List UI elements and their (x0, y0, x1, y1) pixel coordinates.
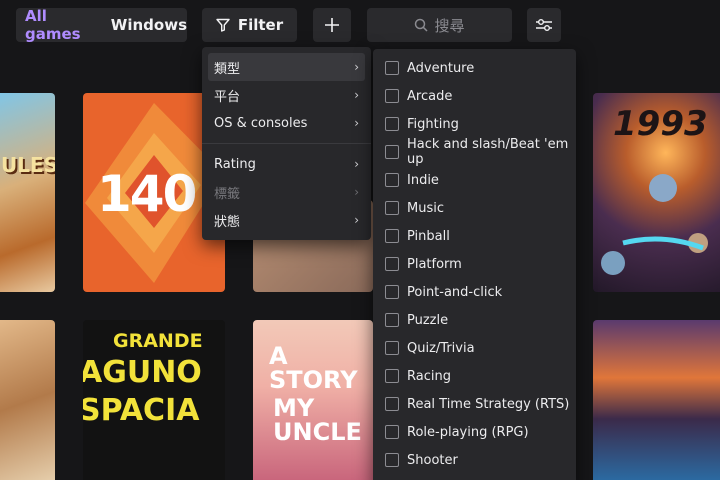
genre-option[interactable]: Real Time Strategy (RTS) (373, 390, 576, 418)
filter-menu-item-status[interactable]: 狀態 › (202, 206, 371, 234)
genre-option[interactable]: Hack and slash/Beat 'em up (373, 137, 576, 167)
genre-label: Quiz/Trivia (407, 340, 475, 356)
filter-icon (216, 18, 230, 32)
game-title-art: MY UNCLE (273, 394, 362, 446)
genre-label: Hack and slash/Beat 'em up (407, 137, 569, 167)
genre-option[interactable]: Role-playing (RPG) (373, 418, 576, 446)
game-title-art: 140 (97, 165, 197, 223)
menu-item-label: Rating (214, 156, 256, 172)
genre-label: Puzzle (407, 312, 449, 328)
checkbox[interactable] (385, 173, 399, 187)
sliders-icon (536, 19, 552, 31)
game-title-art: AGUNO (83, 355, 202, 390)
game-tile[interactable]: 1993 (593, 93, 720, 292)
filter-menu-item-platform[interactable]: 平台 › (202, 81, 371, 109)
game-title-art: A STORY (269, 342, 358, 394)
genre-label: Role-playing (RPG) (407, 424, 529, 440)
game-cover-art (601, 174, 708, 275)
genre-option[interactable]: Point-and-click (373, 278, 576, 306)
checkbox[interactable] (385, 369, 399, 383)
chevron-right-icon: › (354, 157, 359, 171)
genre-label: Racing (407, 368, 451, 384)
search-icon (415, 18, 429, 32)
view-settings-button[interactable] (527, 8, 561, 42)
menu-item-label: OS & consoles (214, 115, 308, 131)
filter-button[interactable]: Filter (202, 8, 297, 42)
chevron-right-icon: › (354, 88, 359, 102)
checkbox[interactable] (385, 453, 399, 467)
checkbox[interactable] (385, 341, 399, 355)
genre-label: Music (407, 200, 444, 216)
genre-label: Platform (407, 256, 462, 272)
checkbox[interactable] (385, 229, 399, 243)
genre-option[interactable]: Quiz/Trivia (373, 334, 576, 362)
search-input[interactable]: 搜尋 (367, 8, 512, 42)
genre-option[interactable]: Shooter (373, 446, 576, 474)
game-title-art: GRANDE (113, 330, 203, 352)
genre-label: Indie (407, 172, 439, 188)
all-games-tab[interactable]: All games (25, 7, 97, 43)
menu-item-label: 平台 (214, 89, 241, 105)
genre-label: Shooter (407, 452, 458, 468)
windows-tab[interactable]: Windows (111, 16, 187, 34)
filter-label: Filter (237, 16, 284, 34)
filter-menu-item-os-consoles[interactable]: OS & consoles › (202, 109, 371, 137)
menu-item-label: 狀態 (214, 214, 241, 230)
checkbox[interactable] (385, 89, 399, 103)
checkbox[interactable] (385, 397, 399, 411)
genre-submenu: Adventure Arcade Fighting Hack and slash… (373, 49, 576, 480)
game-tile[interactable]: GRANDE AGUNO SPACIA (83, 320, 225, 480)
checkbox[interactable] (385, 285, 399, 299)
genre-label: Pinball (407, 228, 450, 244)
checkbox[interactable] (385, 425, 399, 439)
checkbox[interactable] (385, 257, 399, 271)
search-placeholder: 搜尋 (434, 16, 465, 35)
game-tile[interactable]: ULES (0, 93, 55, 292)
chevron-right-icon: › (354, 185, 359, 199)
menu-divider (202, 143, 371, 144)
game-tile[interactable]: A STORY MY UNCLE (253, 320, 373, 480)
game-tile[interactable] (593, 320, 720, 480)
genre-option[interactable]: Music (373, 194, 576, 222)
add-game-button[interactable] (313, 8, 351, 42)
checkbox[interactable] (385, 145, 399, 159)
genre-label: Fighting (407, 116, 459, 132)
filter-menu-item-genre[interactable]: 類型 › (208, 53, 365, 81)
genre-label: Adventure (407, 60, 475, 76)
game-title-art: ULES (1, 153, 55, 177)
genre-option[interactable]: Platform (373, 250, 576, 278)
genre-option[interactable]: Arcade (373, 82, 576, 110)
checkbox[interactable] (385, 313, 399, 327)
game-title-art: SPACIA (83, 393, 200, 428)
checkbox[interactable] (385, 61, 399, 75)
filter-menu-item-rating[interactable]: Rating › (202, 150, 371, 178)
genre-option[interactable]: Racing (373, 362, 576, 390)
library-scope-selector: All games Windows (16, 7, 187, 43)
menu-item-label: 類型 (214, 61, 241, 77)
filter-menu: 類型 › 平台 › OS & consoles › Rating › 標籤 › … (202, 47, 371, 240)
genre-label: Point-and-click (407, 284, 503, 300)
genre-option[interactable]: Fighting (373, 110, 576, 138)
checkbox[interactable] (385, 117, 399, 131)
menu-item-label: 標籤 (214, 186, 241, 202)
chevron-right-icon: › (354, 116, 359, 130)
genre-option[interactable]: Adventure (373, 54, 576, 82)
genre-option[interactable]: Indie (373, 166, 576, 194)
chevron-right-icon: › (354, 213, 359, 227)
genre-option[interactable]: Puzzle (373, 306, 576, 334)
genre-option[interactable]: Pinball (373, 222, 576, 250)
filter-menu-item-tags: 標籤 › (202, 178, 371, 206)
game-tile[interactable] (0, 320, 55, 480)
genre-label: Real Time Strategy (RTS) (407, 396, 570, 412)
chevron-right-icon: › (354, 60, 359, 74)
genre-label: Arcade (407, 88, 453, 104)
plus-icon (325, 18, 339, 32)
checkbox[interactable] (385, 201, 399, 215)
